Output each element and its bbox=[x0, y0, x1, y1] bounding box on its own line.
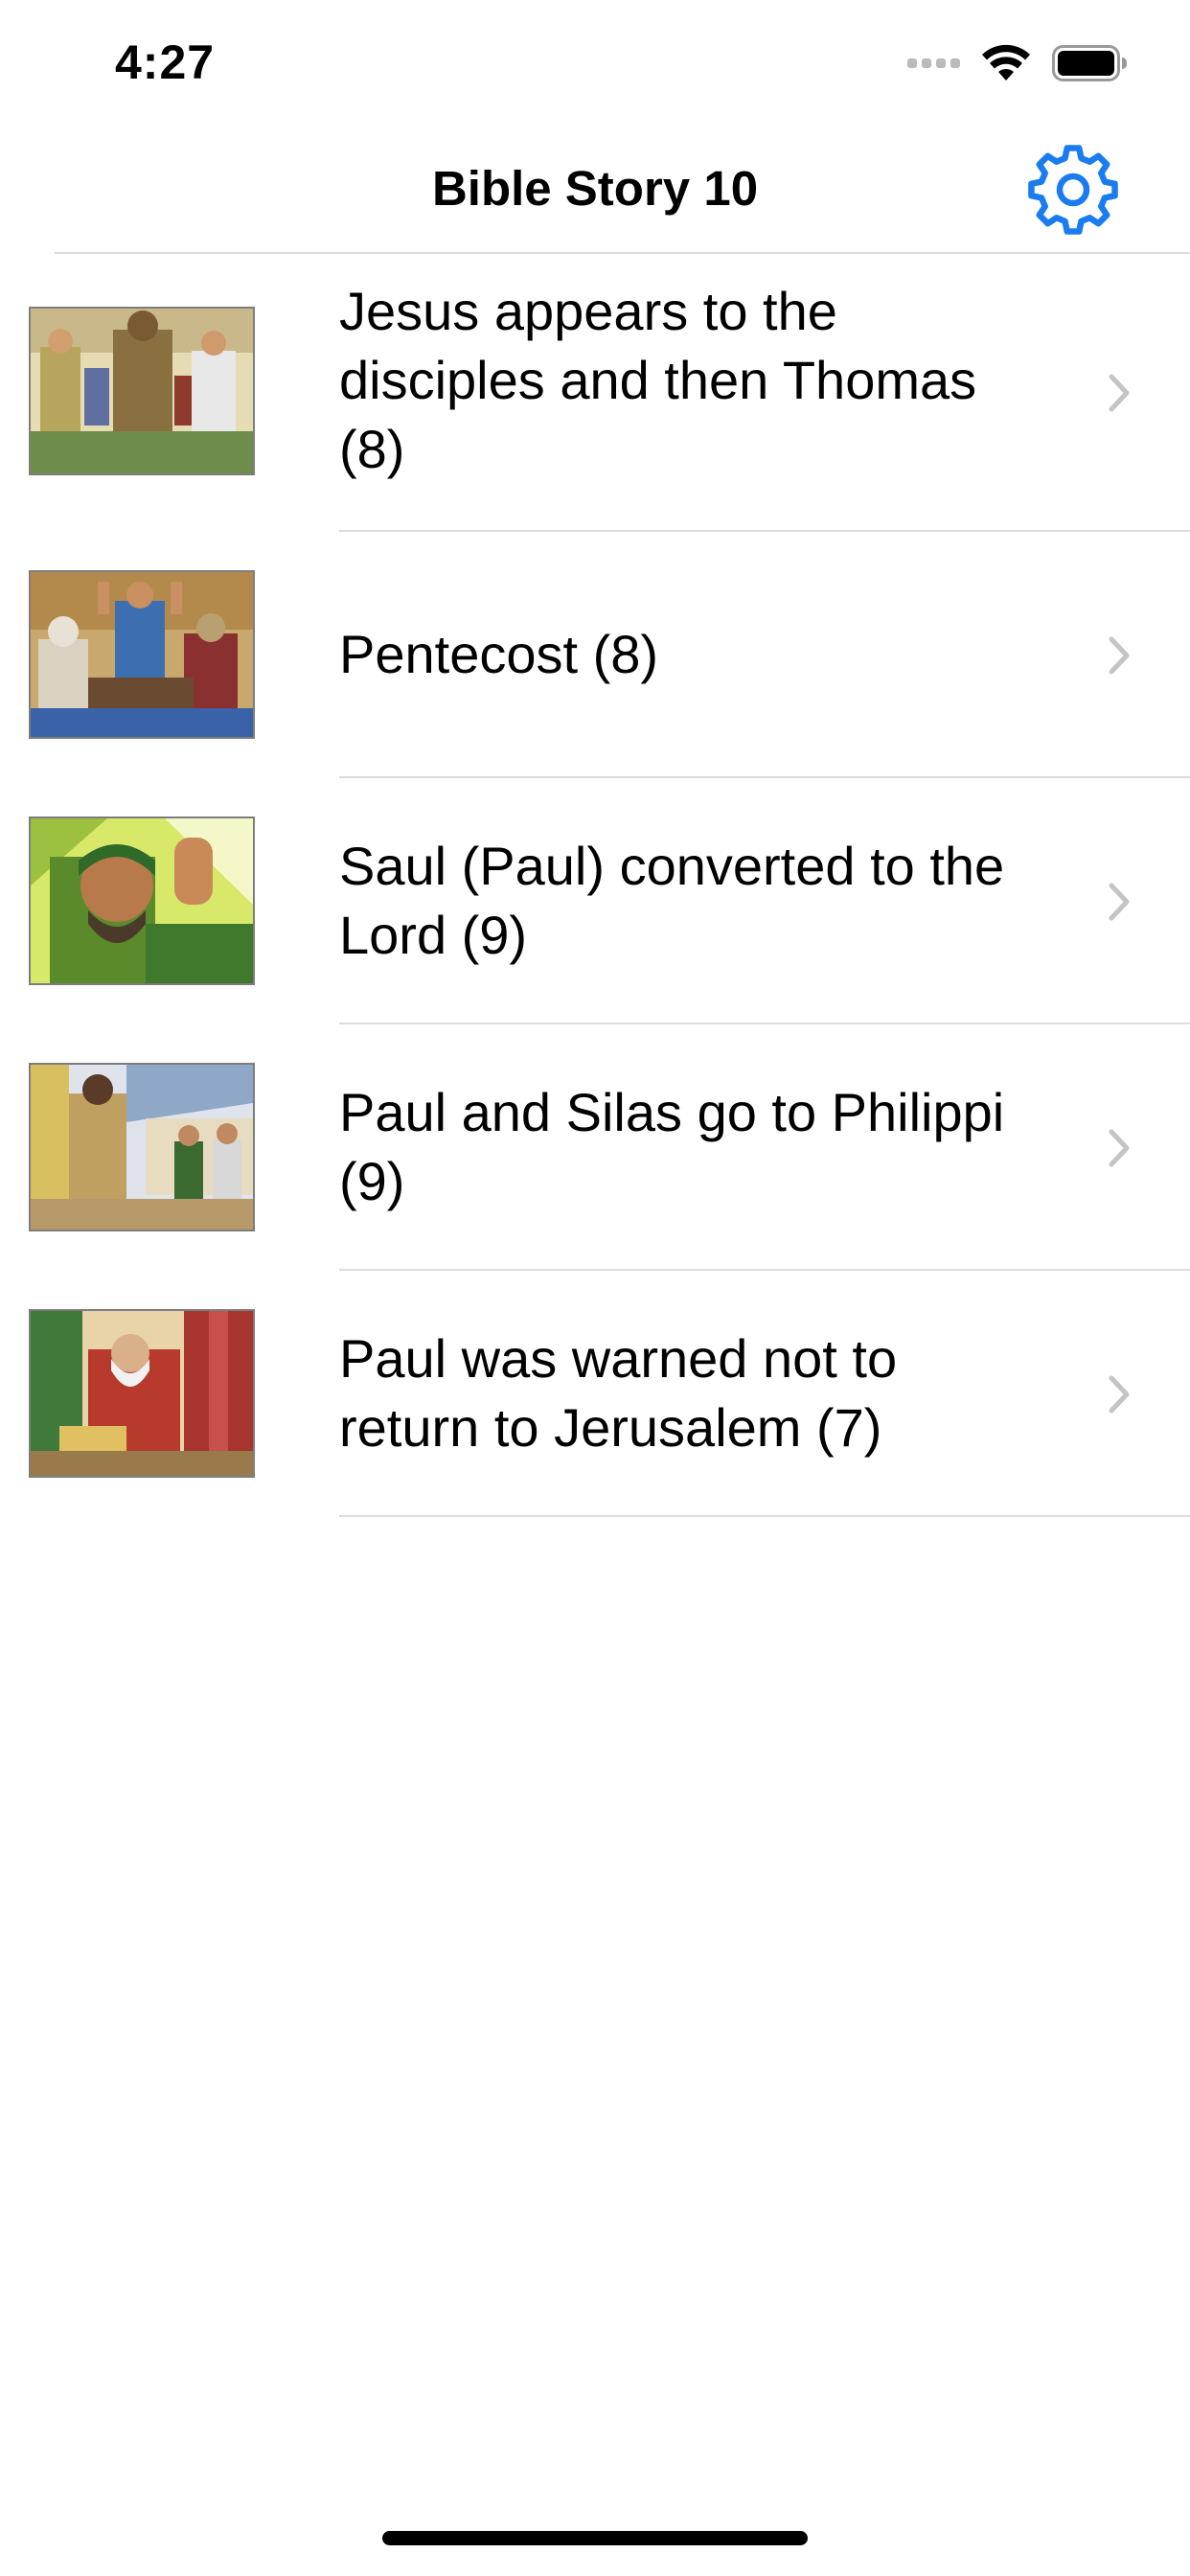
navigation-bar: Bible Story 10 bbox=[0, 126, 1190, 253]
chevron-right-icon bbox=[1108, 882, 1131, 922]
page-title: Bible Story 10 bbox=[431, 161, 759, 216]
story-thumbnail bbox=[29, 1063, 255, 1231]
story-title: Pentecost (8) bbox=[339, 624, 659, 684]
chevron-right-icon bbox=[1108, 635, 1131, 676]
wifi-icon bbox=[982, 44, 1030, 80]
story-title: Paul was warned not to return to Jerusal… bbox=[339, 1328, 898, 1458]
chevron-right-icon bbox=[1108, 373, 1131, 413]
story-thumbnail bbox=[29, 570, 255, 739]
chevron-right-icon bbox=[1108, 1374, 1131, 1414]
story-row[interactable]: Pentecost (8) bbox=[0, 532, 1190, 778]
battery-icon bbox=[1052, 45, 1127, 81]
status-time: 4:27 bbox=[115, 35, 216, 89]
row-separator bbox=[339, 1515, 1190, 1517]
gear-icon bbox=[1028, 145, 1118, 235]
story-title: Jesus appears to the disciples and then … bbox=[339, 281, 977, 479]
status-bar: 4:27 bbox=[0, 0, 1190, 126]
story-row[interactable]: Paul and Silas go to Philippi (9) bbox=[0, 1024, 1190, 1271]
home-indicator bbox=[382, 2531, 808, 2545]
chevron-right-icon bbox=[1108, 1128, 1131, 1168]
story-title: Paul and Silas go to Philippi (9) bbox=[339, 1082, 1005, 1211]
story-row[interactable]: Saul (Paul) converted to the Lord (9) bbox=[0, 778, 1190, 1024]
settings-button[interactable] bbox=[1023, 140, 1123, 240]
story-thumbnail bbox=[29, 816, 255, 985]
story-thumbnail bbox=[29, 1309, 255, 1478]
story-list: Jesus appears to the disciples and then … bbox=[0, 254, 1190, 1517]
story-thumbnail bbox=[29, 307, 255, 475]
story-title: Saul (Paul) converted to the Lord (9) bbox=[339, 836, 1005, 965]
status-icons bbox=[907, 42, 1129, 84]
story-row[interactable]: Jesus appears to the disciples and then … bbox=[0, 254, 1190, 532]
cellular-signal-icon bbox=[907, 58, 960, 68]
story-row[interactable]: Paul was warned not to return to Jerusal… bbox=[0, 1271, 1190, 1517]
